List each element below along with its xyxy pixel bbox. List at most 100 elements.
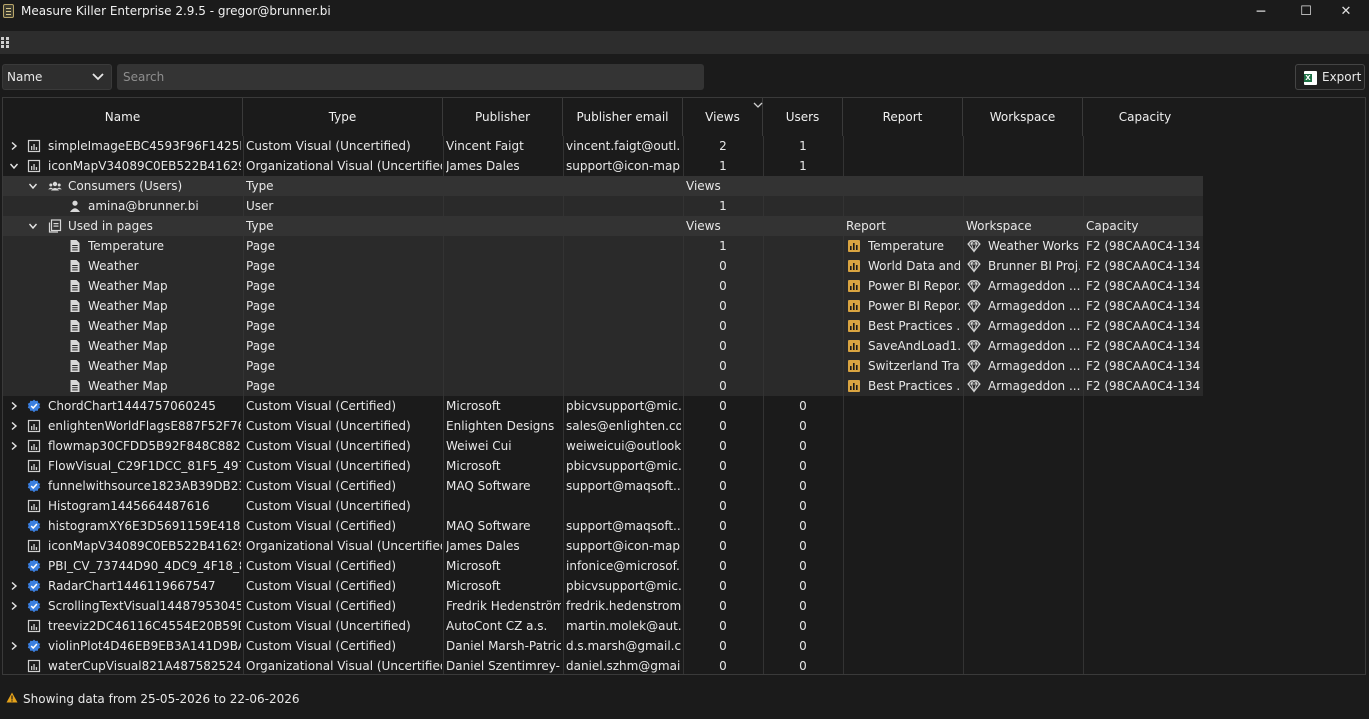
page-workspace: Armageddon ...	[988, 299, 1080, 313]
visual-publisher: Daniel Marsh-Patrick	[446, 639, 561, 653]
column-header-workspace[interactable]: Workspace	[963, 98, 1083, 136]
page-capacity: F2 (98CAA0C4-134F...	[1086, 359, 1201, 373]
visual-users: 0	[799, 559, 807, 573]
chart-icon	[27, 619, 41, 633]
visual-type: Custom Visual (Uncertified)	[246, 459, 411, 473]
table-row[interactable]: Histogram1445664487616 Custom Visual (Unc…	[3, 496, 1365, 516]
column-header-users[interactable]: Users	[763, 98, 843, 136]
page-name: Weather Map	[88, 339, 168, 353]
certified-badge-icon	[27, 579, 41, 593]
visual-name: flowmap30CFDD5B92F848C88242...	[48, 439, 241, 453]
visual-views: 0	[719, 599, 727, 613]
pages-group-header[interactable]: Used in pages Type Views Report Workspace Cap…	[3, 216, 1203, 236]
page-row[interactable]: Weather Map Page 0 Switzerland Tra... Armage…	[3, 356, 1203, 376]
chevron-down-icon[interactable]	[28, 181, 38, 191]
workspace-icon	[967, 260, 981, 273]
chevron-right-icon[interactable]	[9, 441, 19, 451]
page-workspace: Weather Works...	[988, 239, 1080, 253]
visual-views: 0	[719, 539, 727, 553]
visual-publisher: James Dales	[446, 159, 520, 173]
visual-publisher-email: d.s.marsh@gmail.c...	[566, 639, 681, 653]
table-row[interactable]: iconMapV34089C0EB522B416294A... Organizat…	[3, 156, 1365, 176]
table-row[interactable]: enlightenWorldFlagsE887F52F7624... Custom…	[3, 416, 1365, 436]
column-header-publisher-email[interactable]: Publisher email	[563, 98, 683, 136]
chevron-right-icon[interactable]	[9, 401, 19, 411]
page-row[interactable]: Weather Map Page 0 Power BI Repor... Armaged…	[3, 296, 1203, 316]
page-row[interactable]: Weather Map Page 0 SaveAndLoad1... Armageddo…	[3, 336, 1203, 356]
grip-menu-icon[interactable]	[0, 36, 10, 49]
visual-views: 0	[719, 619, 727, 633]
page-report: Switzerland Tra...	[868, 359, 960, 373]
visual-name: ChordChart1444757060245	[48, 399, 216, 413]
search-input[interactable]	[117, 64, 704, 90]
visual-views: 0	[719, 519, 727, 533]
table-row[interactable]: FlowVisual_C29F1DCC_81F5_4973_... Custom …	[3, 456, 1365, 476]
table-row[interactable]: funnelwithsource1823AB39DB234... Custom V…	[3, 476, 1365, 496]
table-row[interactable]: RadarChart1446119667547 Custom Visual (Ce…	[3, 576, 1365, 596]
chevron-right-icon[interactable]	[9, 641, 19, 651]
close-button[interactable]: ✕	[1323, 0, 1369, 23]
page-workspace: Armageddon ...	[988, 279, 1080, 293]
table-row[interactable]: ChordChart1444757060245 Custom Visual (Ce…	[3, 396, 1365, 416]
chevron-right-icon[interactable]	[9, 141, 19, 151]
consumers-label: Consumers (Users)	[68, 179, 183, 193]
toolbar: Name X Export	[0, 62, 1369, 92]
chevron-down-icon[interactable]	[9, 161, 19, 171]
chevron-right-icon[interactable]	[9, 581, 19, 591]
column-header-capacity[interactable]: Capacity	[1083, 98, 1207, 136]
report-icon	[848, 360, 860, 372]
visual-publisher-email: infonice@microsof...	[566, 559, 681, 573]
column-header-report[interactable]: Report	[843, 98, 963, 136]
user-icon	[70, 200, 80, 212]
page-type: Page	[246, 299, 276, 313]
column-divider	[763, 136, 764, 674]
visual-views: 0	[719, 639, 727, 653]
table-row[interactable]: ScrollingTextVisual1448795304508 Custom V…	[3, 596, 1365, 616]
table-row[interactable]: simpleImageEBC4593F96F1425FB3... Custom V…	[3, 136, 1365, 156]
visual-type: Custom Visual (Certified)	[246, 399, 397, 413]
consumer-row[interactable]: amina@brunner.bi User 1	[3, 196, 1203, 216]
visual-users: 1	[799, 139, 807, 153]
page-capacity: F2 (98CAA0C4-134F...	[1086, 259, 1201, 273]
table-row[interactable]: histogramXY6E3D5691159E41859A... Custom V…	[3, 516, 1365, 536]
page-row[interactable]: Weather Map Page 0 Best Practices ... Armage…	[3, 316, 1203, 336]
page-row[interactable]: Weather Map Page 0 Power BI Repor... Armaged…	[3, 276, 1203, 296]
search-field-select[interactable]: Name	[2, 64, 112, 90]
column-header-views[interactable]: Views	[683, 98, 763, 136]
column-header-name[interactable]: Name	[3, 98, 243, 136]
consumers-group-header[interactable]: Consumers (Users) Type Views	[3, 176, 1203, 196]
page-row[interactable]: Weather Page 0 World Data and... Brunner BI …	[3, 256, 1203, 276]
visual-name: Histogram1445664487616	[48, 499, 210, 513]
visual-type: Custom Visual (Uncertified)	[246, 439, 411, 453]
table-row[interactable]: iconMapV34089C0EB522B416294A... Organizat…	[3, 536, 1365, 556]
page-row[interactable]: Temperature Page 1 Temperature Weather Works…	[3, 236, 1203, 256]
table-row[interactable]: waterCupVisual821A487582524ED6... Organiz…	[3, 656, 1365, 674]
visual-name: simpleImageEBC4593F96F1425FB3...	[48, 139, 241, 153]
column-header-publisher[interactable]: Publisher	[443, 98, 563, 136]
chevron-right-icon[interactable]	[9, 601, 19, 611]
visual-name: waterCupVisual821A487582524ED6...	[48, 659, 241, 673]
visual-name: iconMapV34089C0EB522B416294A...	[48, 159, 241, 173]
chevron-right-icon[interactable]	[9, 421, 19, 431]
workspace-icon	[967, 300, 981, 313]
page-report: Power BI Repor...	[868, 279, 960, 293]
visual-type: Custom Visual (Certified)	[246, 599, 397, 613]
table-row[interactable]: treeviz2DC46116C4554E20B59DD5... Custom V…	[3, 616, 1365, 636]
visual-views: 0	[719, 499, 727, 513]
page-name: Weather	[88, 259, 139, 273]
visual-users: 0	[799, 619, 807, 633]
page-name: Weather Map	[88, 359, 168, 373]
visual-name: violinPlot4D46EB9EB3A141D9BA22...	[48, 639, 241, 653]
minimize-button[interactable]: ─	[1238, 0, 1284, 23]
visual-views: 2	[719, 139, 727, 153]
table-row[interactable]: flowmap30CFDD5B92F848C88242... Custom Vis…	[3, 436, 1365, 456]
export-button[interactable]: X Export	[1295, 64, 1365, 90]
visual-publisher: AutoCont CZ a.s.	[446, 619, 548, 633]
column-header-type[interactable]: Type	[243, 98, 443, 136]
page-row[interactable]: Weather Map Page 0 Best Practices ... Armage…	[3, 376, 1203, 396]
chevron-down-icon[interactable]	[28, 221, 38, 231]
table-row[interactable]: violinPlot4D46EB9EB3A141D9BA22... Custom …	[3, 636, 1365, 656]
visual-type: Custom Visual (Certified)	[246, 639, 397, 653]
visual-views: 0	[719, 659, 727, 673]
table-row[interactable]: PBI_CV_73744D90_4DC9_4F18_8BA... Custom V…	[3, 556, 1365, 576]
